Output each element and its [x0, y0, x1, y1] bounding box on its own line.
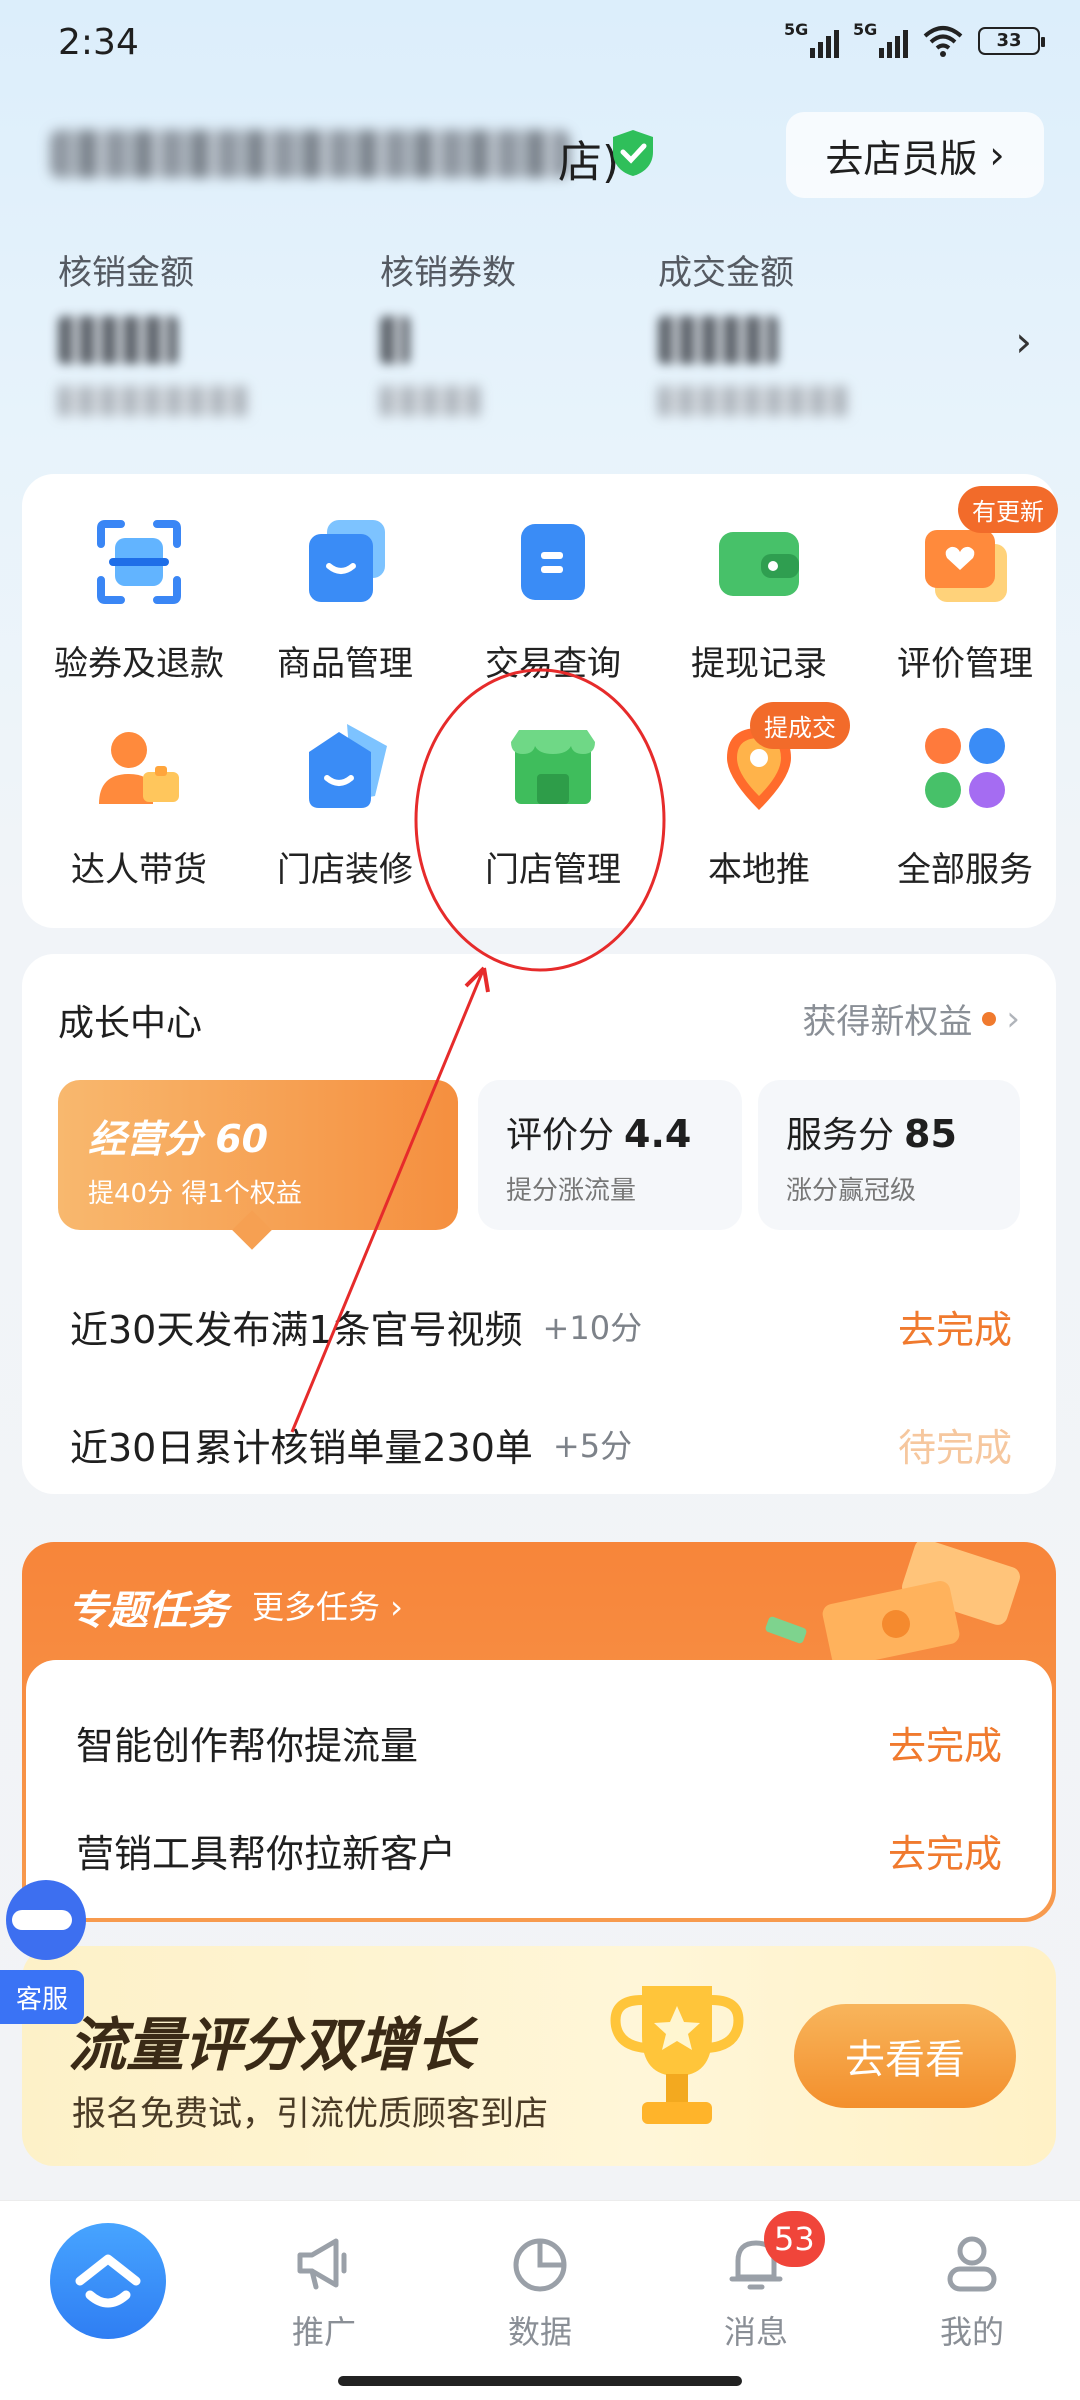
store-manage-icon	[511, 730, 595, 804]
scan-icon	[97, 520, 181, 604]
redacted-subvalue	[58, 386, 248, 416]
stat-deal-amount: 成交金额	[658, 245, 848, 416]
special-tasks-card: 专题任务 更多任务 › 智能创作帮你提流量 去完成 营销工具帮你拉新客户 去完成	[22, 1542, 1056, 1922]
redacted-subvalue	[658, 386, 848, 416]
special-tasks-title: 专题任务	[68, 1588, 228, 1634]
promo-banner[interactable]: 流量评分双增长 报名免费试，引流优质顾客到店 去看看	[22, 1946, 1056, 2166]
business-score-card[interactable]: 经营分 60 提40分 得1个权益	[58, 1080, 458, 1230]
trophy-icon	[610, 1986, 744, 2124]
more-tasks-link[interactable]: 更多任务 ›	[252, 1582, 403, 1628]
wallet-icon	[719, 532, 799, 596]
growth-task-row: 近30天发布满1条官号视频 +10分 去完成	[70, 1296, 1012, 1356]
tab-promotion[interactable]: 推广	[254, 2231, 394, 2353]
stat-verify-amount: 核销金额	[58, 245, 248, 416]
service-withdraw-records[interactable]: 提现记录	[656, 514, 862, 685]
trade-query-icon	[521, 524, 585, 600]
services-card: 验券及退款 商品管理 交易查询 提现记录 评价管理 有更新 达人带货 门店装修 …	[22, 474, 1058, 928]
tab-data[interactable]: 数据	[470, 2231, 610, 2353]
special-task-row: 营销工具帮你拉新客户 去完成	[76, 1820, 1002, 1880]
product-icon	[309, 520, 385, 602]
chevron-right-icon: ›	[1006, 998, 1020, 1039]
service-store-decoration[interactable]: 门店装修	[242, 720, 448, 891]
growth-task-row: 近30日累计核销单量230单 +5分 待完成	[70, 1414, 1012, 1474]
service-score-card[interactable]: 服务分 85 涨分赢冠级	[758, 1080, 1020, 1230]
tab-messages[interactable]: 53 消息	[686, 2211, 826, 2353]
gesture-home-bar[interactable]	[338, 2376, 742, 2386]
user-icon	[947, 2236, 997, 2292]
special-tasks-list: 智能创作帮你提流量 去完成 营销工具帮你拉新客户 去完成	[26, 1660, 1052, 1918]
view-promo-button[interactable]: 去看看	[794, 2004, 1016, 2108]
review-score-card-content[interactable]: 评价分 4.4 提分涨流量	[478, 1080, 742, 1230]
staff-version-button[interactable]: 去店员版 ›	[786, 112, 1044, 198]
bottom-nav: 推广 数据 53 消息 我的	[0, 2200, 1080, 2400]
pie-chart-icon	[513, 2238, 567, 2292]
shop-name	[50, 124, 590, 184]
special-task-row: 智能创作帮你提流量 去完成	[76, 1712, 1002, 1772]
service-verify-refund[interactable]: 验券及退款	[36, 514, 242, 685]
service-influencer-sales[interactable]: 达人带货	[36, 720, 242, 891]
redacted-value	[658, 316, 778, 364]
home-logo-icon	[75, 2254, 141, 2308]
status-icons: 5G 5G 33	[784, 20, 1045, 58]
stat-verify-count: 核销券数	[380, 245, 516, 416]
shop-name-redacted	[50, 130, 570, 178]
all-services-icon	[925, 728, 1005, 808]
stats-summary[interactable]: 核销金额 核销券数 成交金额 ›	[58, 245, 1040, 445]
redacted-value	[380, 316, 410, 364]
update-tag: 有更新	[958, 486, 1058, 533]
robot-visor-icon	[12, 1910, 72, 1930]
customer-service-float[interactable]: 客服	[0, 1880, 86, 2030]
task-complete-button[interactable]: 去完成	[898, 1299, 1012, 1354]
signal-icon-2: 5G	[853, 20, 908, 58]
service-product-manage[interactable]: 商品管理	[242, 514, 448, 685]
chevron-right-icon[interactable]: ›	[1015, 317, 1032, 366]
redacted-subvalue	[380, 386, 480, 416]
service-store-manage[interactable]: 门店管理	[450, 720, 656, 891]
store-decor-icon	[309, 724, 387, 808]
unread-badge: 53	[764, 2211, 825, 2267]
influencer-icon	[99, 732, 179, 804]
status-bar: 2:34 5G 5G 33	[0, 0, 1080, 90]
task-complete-button[interactable]: 去完成	[888, 1715, 1002, 1770]
wifi-icon	[923, 26, 963, 57]
promo-subtitle: 报名免费试，引流优质顾客到店	[72, 2094, 548, 2134]
home-tab[interactable]	[50, 2223, 166, 2339]
new-benefits-link[interactable]: 获得新权益 ›	[802, 994, 1020, 1043]
verified-shield-icon	[613, 130, 653, 176]
signal-icon: 5G	[784, 20, 839, 58]
megaphone-icon	[297, 2238, 347, 2290]
tab-mine[interactable]: 我的	[902, 2231, 1042, 2353]
shop-header: 店) 去店员版 ›	[50, 112, 1044, 202]
battery-icon: 33	[978, 27, 1045, 55]
service-review-manage[interactable]: 评价管理	[862, 514, 1068, 685]
redacted-value	[58, 316, 178, 364]
earn-deal-tag: 提成交	[750, 702, 850, 749]
status-time: 2:34	[58, 22, 139, 63]
growth-title: 成长中心	[58, 1003, 203, 1044]
service-all-services[interactable]: 全部服务	[862, 720, 1068, 891]
task-complete-button[interactable]: 去完成	[888, 1823, 1002, 1878]
chevron-right-icon: ›	[989, 133, 1005, 177]
service-trade-query[interactable]: 交易查询	[450, 514, 656, 685]
new-dot-indicator	[982, 1011, 997, 1026]
promo-title: 流量评分双增长	[68, 2011, 475, 2079]
growth-center-card: 成长中心 获得新权益 › 经营分 60 提40分 得1个权益 评价分 4.4 提分…	[22, 954, 1056, 1494]
task-pending-button[interactable]: 待完成	[898, 1417, 1012, 1472]
